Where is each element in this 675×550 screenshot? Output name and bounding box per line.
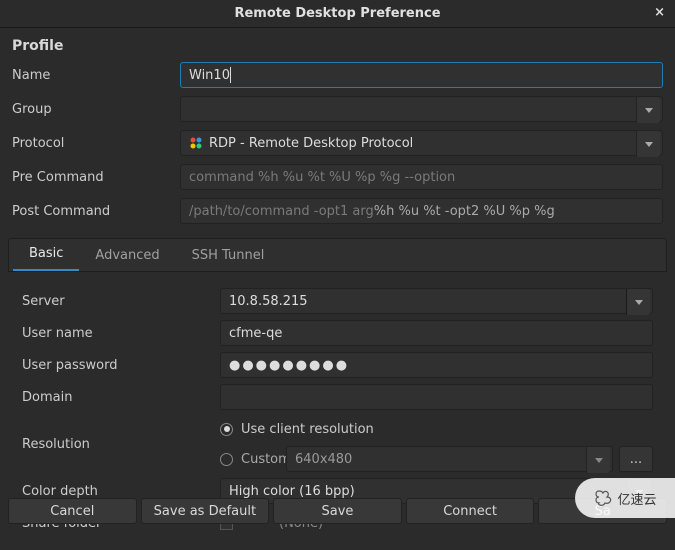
- name-value: Win10: [189, 68, 230, 83]
- protocol-label: Protocol: [12, 136, 180, 151]
- resolution-more-button[interactable]: ...: [619, 446, 653, 472]
- username-value: cfme-qe: [229, 326, 282, 341]
- post-command-input[interactable]: /path/to/command -opt1 arg %h %u %t -opt…: [180, 198, 663, 224]
- text-caret: [230, 67, 231, 83]
- resolution-label: Resolution: [22, 437, 220, 452]
- group-label: Group: [12, 102, 180, 117]
- resolution-custom-combobox[interactable]: 640x480: [286, 446, 613, 472]
- resolution-client-radio[interactable]: Use client resolution: [220, 416, 653, 442]
- pre-command-placeholder: command %h %u %t %U %p %g --option: [189, 170, 455, 185]
- tab-advanced[interactable]: Advanced: [79, 240, 175, 271]
- password-value: ●●●●●●●●●: [229, 358, 349, 373]
- tabs-bar: Basic Advanced SSH Tunnel: [8, 238, 667, 272]
- pre-command-input[interactable]: command %h %u %t %U %p %g --option: [180, 164, 663, 190]
- color-depth-label: Color depth: [22, 484, 220, 499]
- password-label: User password: [22, 358, 220, 373]
- action-bar: Cancel Save as Default Save Connect Sa: [8, 498, 667, 524]
- window-title: Remote Desktop Preference: [234, 6, 440, 21]
- resolution-client-label: Use client resolution: [241, 422, 374, 437]
- resolution-custom-label: Custom: [241, 452, 291, 467]
- watermark-text: 亿速云: [617, 489, 656, 508]
- save-button[interactable]: Save: [273, 498, 402, 524]
- profile-section: Profile Name Win10 Group Protocol RDP - …: [0, 28, 675, 238]
- pre-command-label: Pre Command: [12, 170, 180, 185]
- server-label: Server: [22, 294, 220, 309]
- protocol-combobox[interactable]: RDP - Remote Desktop Protocol: [180, 130, 663, 156]
- chevron-down-icon[interactable]: [586, 447, 610, 473]
- tab-ssh-tunnel[interactable]: SSH Tunnel: [176, 240, 281, 271]
- username-input[interactable]: cfme-qe: [220, 320, 653, 346]
- save-default-button[interactable]: Save as Default: [141, 498, 270, 524]
- radio-icon: [220, 453, 233, 466]
- chevron-down-icon[interactable]: [636, 97, 660, 123]
- protocol-value: RDP - Remote Desktop Protocol: [209, 136, 413, 151]
- post-command-label: Post Command: [12, 204, 180, 219]
- resolution-custom-value: 640x480: [295, 452, 352, 467]
- resolution-custom-radio[interactable]: Custom: [220, 446, 280, 472]
- rdp-icon: [189, 136, 203, 150]
- domain-input[interactable]: [220, 384, 653, 410]
- password-input[interactable]: ●●●●●●●●●: [220, 352, 653, 378]
- chevron-down-icon[interactable]: [636, 131, 660, 157]
- cancel-button[interactable]: Cancel: [8, 498, 137, 524]
- close-icon[interactable]: ×: [654, 5, 665, 20]
- name-label: Name: [12, 68, 180, 83]
- server-combobox[interactable]: 10.8.58.215: [220, 288, 653, 314]
- connect-button[interactable]: Connect: [406, 498, 535, 524]
- server-value: 10.8.58.215: [229, 294, 308, 309]
- chevron-down-icon[interactable]: [626, 289, 650, 315]
- radio-selected-icon: [220, 423, 233, 436]
- post-command-prefix: /path/to/command -opt1 arg: [189, 204, 374, 219]
- color-depth-value: High color (16 bpp): [229, 484, 355, 499]
- username-label: User name: [22, 326, 220, 341]
- domain-label: Domain: [22, 390, 220, 405]
- name-input[interactable]: Win10: [180, 62, 663, 88]
- group-combobox[interactable]: [180, 96, 663, 122]
- titlebar: Remote Desktop Preference ×: [0, 0, 675, 28]
- tab-basic[interactable]: Basic: [13, 238, 79, 271]
- profile-heading: Profile: [12, 38, 663, 54]
- post-command-suffix: %h %u %t -opt2 %U %p %g: [374, 204, 555, 219]
- watermark-logo: 亿速云: [575, 478, 675, 518]
